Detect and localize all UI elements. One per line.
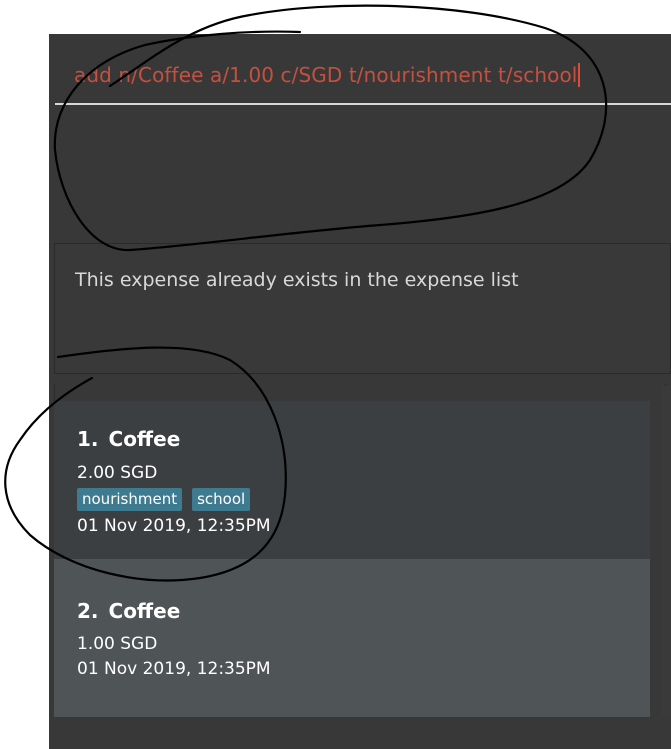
expense-date: 01 Nov 2019, 12:35PM	[77, 516, 271, 536]
expense-card-selected[interactable]: 2. Coffee 1.00 SGD 01 Nov 2019, 12:35PM	[54, 559, 650, 717]
list-scrollbar[interactable]	[661, 386, 671, 749]
tag-badge: school	[192, 488, 251, 511]
text-caret	[578, 63, 581, 87]
command-input[interactable]: add n/Coffee a/1.00 c/SGD t/nourishment …	[74, 63, 581, 87]
tag-badge: nourishment	[77, 488, 183, 511]
expense-name: Coffee	[108, 599, 181, 623]
app-window: add n/Coffee a/1.00 c/SGD t/nourishment …	[49, 34, 671, 749]
expense-card-title: 2. Coffee	[77, 599, 180, 623]
expense-date: 01 Nov 2019, 12:35PM	[77, 659, 271, 679]
expense-amount: 2.00 SGD	[77, 463, 158, 483]
expense-card[interactable]: 1. Coffee 2.00 SGD nourishment school 01 …	[54, 401, 650, 559]
expense-index: 2.	[77, 599, 99, 623]
list-bottom-padding	[49, 717, 671, 749]
result-display: This expense already exists in the expen…	[54, 243, 671, 374]
expense-tags: nourishment school	[77, 488, 251, 511]
command-box[interactable]: add n/Coffee a/1.00 c/SGD t/nourishment …	[49, 34, 671, 105]
command-input-text: add n/Coffee a/1.00 c/SGD t/nourishment …	[74, 63, 578, 87]
expense-card-title: 1. Coffee	[77, 427, 180, 451]
expense-name: Coffee	[108, 427, 181, 451]
expense-index: 1.	[77, 427, 99, 451]
result-message: This expense already exists in the expen…	[75, 269, 519, 291]
command-input-underline	[55, 103, 671, 105]
expense-amount: 1.00 SGD	[77, 634, 158, 654]
